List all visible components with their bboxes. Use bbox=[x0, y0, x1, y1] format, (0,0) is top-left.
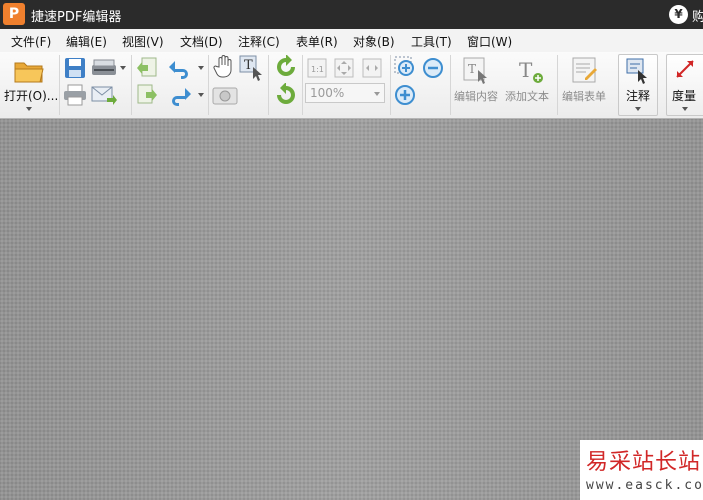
hand-tool-button[interactable] bbox=[213, 55, 235, 83]
rotate-counterclockwise-button[interactable] bbox=[274, 82, 298, 111]
annotation-icon bbox=[626, 58, 647, 84]
watermark-title: 易采站长站 bbox=[586, 450, 702, 475]
menu-view[interactable]: 视图(V) bbox=[122, 33, 164, 50]
edit-form-button[interactable] bbox=[571, 56, 599, 88]
app-logo-icon: P bbox=[3, 3, 25, 25]
menu-edit[interactable]: 编辑(E) bbox=[66, 33, 107, 50]
rotate-clockwise-button[interactable] bbox=[274, 54, 298, 83]
zoom-in-icon bbox=[394, 56, 414, 76]
redo-dropdown-icon[interactable] bbox=[198, 93, 204, 97]
zoom-out-button[interactable] bbox=[422, 57, 444, 83]
email-icon bbox=[91, 86, 117, 105]
select-text-icon: T bbox=[239, 55, 262, 81]
add-text-button[interactable]: T bbox=[516, 56, 544, 88]
annotation-tool[interactable] bbox=[626, 58, 650, 88]
edit-form-icon bbox=[572, 57, 597, 83]
folder-icon bbox=[14, 62, 44, 83]
measure-icon bbox=[676, 60, 694, 78]
watermark-url: www.easck.com bbox=[586, 478, 703, 493]
undo-icon bbox=[169, 61, 188, 79]
svg-text:T: T bbox=[519, 58, 533, 82]
actual-size-icon: 1:1 bbox=[307, 58, 327, 78]
fit-width-button[interactable] bbox=[362, 58, 382, 82]
menu-tools[interactable]: 工具(T) bbox=[411, 33, 452, 50]
open-button[interactable] bbox=[13, 57, 45, 89]
edit-form-label[interactable]: 编辑表单 bbox=[562, 88, 606, 104]
actual-size-button[interactable]: 1:1 bbox=[307, 58, 327, 82]
svg-text:T: T bbox=[244, 58, 253, 73]
menu-document[interactable]: 文档(D) bbox=[180, 33, 223, 50]
measure-dropdown-icon[interactable] bbox=[682, 107, 688, 111]
edit-content-button[interactable]: T bbox=[462, 56, 490, 88]
scan-button[interactable] bbox=[91, 57, 117, 83]
email-button[interactable] bbox=[91, 84, 117, 110]
save-icon bbox=[65, 58, 85, 78]
extract-page-button[interactable] bbox=[136, 84, 158, 112]
menu-form[interactable]: 表单(R) bbox=[296, 33, 338, 50]
edit-content-icon: T bbox=[463, 57, 487, 84]
plus-icon bbox=[395, 85, 415, 105]
fit-page-button[interactable] bbox=[334, 58, 354, 82]
snapshot-button[interactable] bbox=[212, 85, 238, 109]
watermark: 易采站长站 www.easck.com bbox=[580, 440, 703, 500]
menu-comment[interactable]: 注释(C) bbox=[238, 33, 280, 50]
measure-label[interactable]: 度量 bbox=[672, 87, 696, 104]
zoom-out-icon bbox=[423, 58, 443, 78]
zoom-select[interactable]: 100% bbox=[305, 83, 385, 103]
marquee-zoom-button[interactable] bbox=[394, 56, 418, 84]
annotation-label[interactable]: 注释 bbox=[626, 87, 650, 104]
zoom-dropdown-icon[interactable] bbox=[374, 92, 380, 96]
insert-page-icon bbox=[137, 57, 157, 77]
insert-page-button[interactable] bbox=[136, 57, 158, 85]
buy-icon[interactable]: ¥ bbox=[669, 5, 688, 24]
undo-dropdown-icon[interactable] bbox=[198, 66, 204, 70]
print-button[interactable] bbox=[63, 84, 87, 110]
menu-file[interactable]: 文件(F) bbox=[11, 33, 51, 50]
select-text-button[interactable]: T bbox=[239, 55, 265, 85]
undo-button[interactable] bbox=[167, 57, 193, 83]
fit-width-icon bbox=[362, 58, 382, 78]
extract-page-icon bbox=[137, 84, 157, 104]
fit-page-icon bbox=[334, 58, 354, 78]
hand-icon bbox=[213, 55, 232, 78]
menu-window[interactable]: 窗口(W) bbox=[467, 33, 512, 50]
edit-content-label[interactable]: 编辑内容 bbox=[454, 88, 498, 104]
annotation-dropdown-icon[interactable] bbox=[635, 107, 641, 111]
menu-object[interactable]: 对象(B) bbox=[353, 33, 395, 50]
window-title: 捷速PDF编辑器 bbox=[31, 10, 122, 25]
scan-dropdown-icon[interactable] bbox=[120, 66, 126, 70]
zoom-value: 100% bbox=[310, 86, 345, 100]
svg-text:1:1: 1:1 bbox=[311, 65, 324, 74]
zoom-in-button[interactable] bbox=[394, 84, 416, 110]
save-button[interactable] bbox=[63, 56, 87, 84]
measure-tool[interactable] bbox=[674, 58, 696, 84]
scanner-icon bbox=[92, 59, 116, 75]
add-text-label[interactable]: 添加文本 bbox=[505, 88, 549, 104]
rotate-ccw-icon bbox=[277, 82, 295, 104]
redo-button[interactable] bbox=[167, 84, 193, 110]
svg-text:T: T bbox=[468, 62, 476, 76]
buy-button-label[interactable]: 购 bbox=[692, 6, 703, 25]
print-icon bbox=[64, 84, 86, 106]
camera-icon bbox=[212, 87, 238, 105]
open-dropdown-icon[interactable] bbox=[26, 107, 32, 111]
add-text-icon: T bbox=[519, 58, 543, 83]
rotate-cw-icon bbox=[277, 54, 295, 76]
redo-icon bbox=[172, 88, 191, 106]
menu-bar: 文件(F) 编辑(E) 视图(V) 文档(D) 注释(C) 表单(R) 对象(B… bbox=[0, 29, 703, 53]
title-bar: P 捷速PDF编辑器 ¥ 购 bbox=[0, 0, 703, 29]
open-button-label[interactable]: 打开(O)... bbox=[4, 87, 58, 104]
